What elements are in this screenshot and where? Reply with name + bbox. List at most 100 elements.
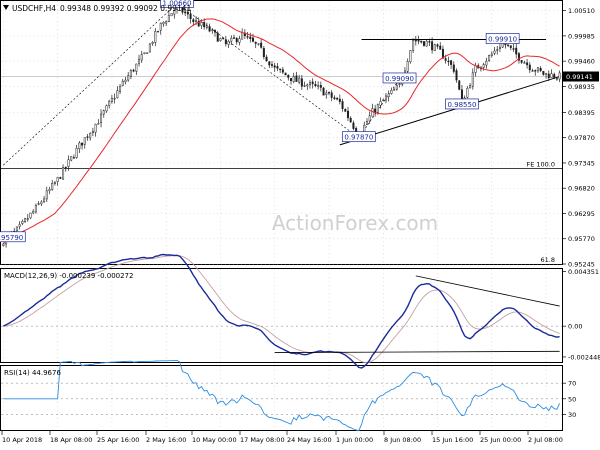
candle-body bbox=[222, 37, 225, 40]
candle-body bbox=[235, 37, 238, 43]
candle-body bbox=[319, 85, 322, 88]
candle-body bbox=[298, 77, 301, 83]
candle-body bbox=[268, 61, 271, 66]
candle-body bbox=[200, 22, 203, 26]
candle-body bbox=[368, 115, 371, 122]
candle-body bbox=[224, 39, 227, 45]
candle-body bbox=[507, 44, 510, 46]
candle-body bbox=[254, 41, 257, 44]
candle-body bbox=[458, 80, 461, 90]
candle-body bbox=[113, 97, 116, 100]
candle-body bbox=[374, 108, 377, 113]
candle-body bbox=[311, 81, 314, 85]
candle-body bbox=[279, 68, 282, 70]
ohlc-values: 0.99348 0.99392 0.99092 0.99141 bbox=[60, 4, 191, 13]
candle-body bbox=[124, 79, 127, 83]
rsi-tick-label: 30 bbox=[568, 411, 576, 419]
candle-body bbox=[528, 64, 531, 71]
macd-tick-label: 0.00 bbox=[568, 323, 582, 331]
candle-body bbox=[295, 75, 298, 82]
price-tick-label: 0.96820 bbox=[568, 185, 595, 193]
fib-bottom-label: 61.8 bbox=[541, 256, 555, 264]
candle-body bbox=[43, 198, 46, 203]
candle-body bbox=[151, 42, 154, 44]
candle-body bbox=[97, 123, 100, 125]
candle-body bbox=[86, 136, 89, 138]
candle-body bbox=[34, 205, 37, 213]
candle-body bbox=[433, 44, 436, 52]
candle-body bbox=[195, 20, 198, 22]
candle-body bbox=[116, 90, 119, 98]
candle-body bbox=[439, 45, 442, 50]
rsi-tick-label: 70 bbox=[568, 380, 576, 388]
candle-body bbox=[21, 221, 24, 224]
candle-body bbox=[346, 110, 349, 119]
candle-body bbox=[40, 201, 43, 205]
candle-body bbox=[287, 74, 290, 78]
candle-body bbox=[406, 61, 409, 72]
candle-body bbox=[330, 92, 333, 98]
candle-body bbox=[281, 69, 284, 73]
candle-body bbox=[333, 97, 336, 100]
price-annotation: 0.97870 bbox=[341, 131, 376, 143]
price-tick-label: 1.00510 bbox=[568, 7, 595, 15]
candle-body bbox=[420, 40, 423, 43]
candle-body bbox=[436, 44, 439, 47]
candle-body bbox=[162, 22, 165, 25]
watermark: ActionForex.com bbox=[272, 211, 438, 235]
candle-body bbox=[94, 123, 97, 133]
annotation-label: 0.97870 bbox=[344, 134, 373, 142]
candle-body bbox=[138, 58, 141, 64]
candle-body bbox=[146, 52, 149, 54]
candle-body bbox=[395, 85, 398, 90]
price-tick-label: 0.95770 bbox=[568, 235, 595, 243]
candle-body bbox=[48, 189, 51, 192]
candle-body bbox=[127, 75, 130, 81]
price-tick-label: 0.97345 bbox=[568, 159, 595, 167]
candle-body bbox=[447, 60, 450, 63]
candle-body bbox=[208, 26, 211, 32]
candle-body bbox=[466, 87, 469, 98]
candle-body bbox=[56, 177, 59, 183]
annotation-label: 0.98550 bbox=[447, 101, 476, 109]
candle-body bbox=[249, 36, 252, 39]
candle-body bbox=[542, 71, 545, 75]
candle-body bbox=[469, 85, 472, 89]
candle-body bbox=[64, 166, 67, 169]
symbol-header: USDCHF,H4 0.99348 0.99392 0.99092 0.9914… bbox=[3, 4, 191, 13]
y-axis: 1.00510 0.99985 0.99460 0.98935 0.98395 0.978… bbox=[562, 7, 600, 419]
candle-body bbox=[148, 43, 151, 53]
candle-body bbox=[376, 104, 379, 113]
candle-body bbox=[170, 13, 173, 17]
candle-body bbox=[227, 41, 230, 45]
candle-body bbox=[325, 92, 328, 95]
time-tick-label: 17 May 08:00 bbox=[240, 436, 285, 444]
candle-body bbox=[203, 22, 206, 28]
candle-body bbox=[450, 60, 453, 65]
candle-body bbox=[379, 101, 382, 106]
candle-body bbox=[412, 40, 415, 51]
candle-body bbox=[165, 21, 168, 24]
time-tick-label: 10 Apr 2018 bbox=[2, 436, 42, 444]
candle-body bbox=[336, 98, 339, 100]
candle-body bbox=[317, 85, 320, 87]
candle-body bbox=[493, 50, 496, 54]
macd-tick-label: -0.002448 bbox=[568, 353, 600, 361]
candle-body bbox=[417, 40, 420, 42]
candle-body bbox=[390, 90, 393, 94]
candle-body bbox=[108, 101, 111, 106]
candle-body bbox=[531, 70, 534, 72]
rsi-title: RSI(14) 44.9676 bbox=[4, 369, 61, 377]
candle-body bbox=[387, 93, 390, 98]
candle-body bbox=[523, 62, 526, 64]
time-tick-label: 1 Jun 00:00 bbox=[336, 436, 373, 444]
candle-body bbox=[460, 89, 463, 100]
candle-body bbox=[498, 47, 501, 49]
candle-body bbox=[121, 80, 124, 86]
candle-body bbox=[273, 65, 276, 68]
candle-body bbox=[409, 50, 412, 63]
candle-body bbox=[246, 36, 249, 38]
candle-body bbox=[485, 60, 488, 66]
price-annotation: 0.98550 bbox=[445, 98, 479, 110]
candle-body bbox=[51, 183, 54, 190]
